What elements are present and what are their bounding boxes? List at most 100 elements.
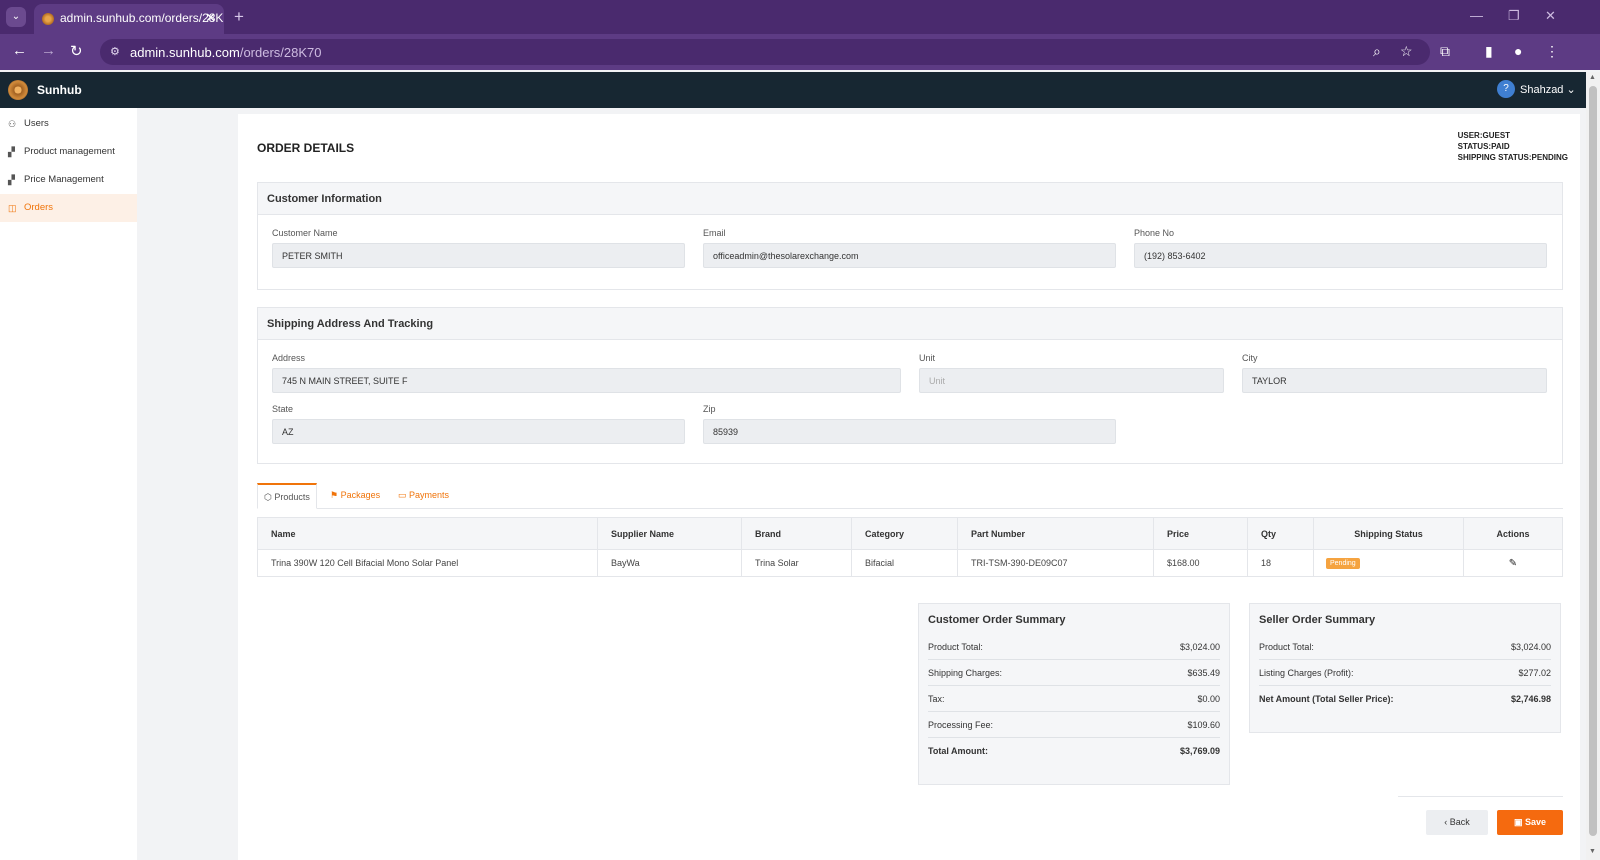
summary-row: Shipping Charges: $635.49 (928, 660, 1220, 686)
site-info-icon[interactable]: ⚙ (110, 45, 120, 58)
back-arrow-icon[interactable]: ← (12, 42, 27, 59)
table-header-row: Name Supplier Name Brand Category Part N… (257, 517, 1563, 550)
summary-label: Shipping Charges: (928, 667, 1003, 678)
favicon-icon (42, 13, 54, 25)
tab-payments[interactable]: ▭ Payments (392, 483, 455, 509)
summary-value: $3,769.09 (1179, 746, 1220, 756)
column-header: Brand (741, 517, 852, 550)
page-scrollbar[interactable]: ▲ ▼ (1586, 72, 1600, 860)
customer-name-field[interactable]: PETER SMITH (272, 243, 685, 268)
minimize-icon[interactable]: — (1470, 8, 1483, 23)
tab-title: admin.sunhub.com/orders/28K (60, 11, 224, 25)
phone-field[interactable]: (192) 853-6402 (1134, 243, 1547, 268)
shipping-address-section: Shipping Address And Tracking Address 74… (257, 307, 1563, 464)
close-tab-icon[interactable]: ✕ (205, 10, 216, 26)
sidebar-item-orders[interactable]: ◫ Orders (0, 194, 137, 222)
browser-toolbar: ← → ↻ ⚙ admin.sunhub.com/orders/28K70 ⌕ … (0, 34, 1600, 70)
summary-label: Listing Charges (Profit): (1259, 667, 1354, 678)
city-field[interactable]: TAYLOR (1242, 368, 1547, 393)
order-shipping-status: SHIPPING STATUS:PENDING (1457, 153, 1568, 162)
footer-divider (1398, 796, 1563, 797)
boxes-icon: ▞ (8, 147, 15, 157)
seller-order-summary: Seller Order Summary Product Total: $3,02… (1249, 603, 1561, 733)
user-menu[interactable]: Shahzad ⌄ (1520, 83, 1576, 96)
tab-label: Packages (340, 490, 381, 500)
sidebar-item-label: Product management (24, 146, 115, 157)
category-cell: Bifacial (851, 549, 958, 577)
flag-icon: ⚑ (330, 490, 339, 500)
summary-label: Product Total: (1259, 641, 1314, 652)
reload-icon[interactable]: ↻ (70, 42, 83, 60)
state-field[interactable]: AZ (272, 419, 685, 444)
column-header: Supplier Name (597, 517, 742, 550)
chevron-down-icon: ⌄ (1566, 84, 1576, 96)
column-header: Qty (1247, 517, 1314, 550)
summary-value: $2,746.98 (1510, 694, 1551, 704)
sidebar-item-product-management[interactable]: ▞ Product management (0, 138, 137, 166)
summary-total-row: Total Amount: $3,769.09 (928, 738, 1220, 764)
browser-tab-bar: ⌄ admin.sunhub.com/orders/28K ✕ + — ❐ ✕ (0, 0, 1600, 34)
restore-icon[interactable]: ❐ (1508, 8, 1520, 24)
tab-packages[interactable]: ⚑ Packages (324, 483, 386, 509)
extensions-icon[interactable]: ⧉ (1440, 43, 1450, 60)
summary-title: Seller Order Summary (1259, 614, 1376, 626)
new-tab-button[interactable]: + (234, 7, 244, 27)
card-icon: ▭ (398, 490, 407, 500)
actions-cell: ✎ (1463, 549, 1563, 577)
tab-search-button[interactable]: ⌄ (6, 7, 26, 27)
zoom-icon[interactable]: ⌕ (1373, 43, 1381, 60)
user-avatar[interactable]: ? (1497, 80, 1515, 98)
save-button[interactable]: ▣ Save (1497, 810, 1563, 835)
sidebar-item-label: Price Management (24, 174, 104, 185)
order-meta: USER:GUEST STATUS:PAID SHIPPING STATUS:P… (1458, 130, 1568, 163)
summary-label: Net Amount (Total Seller Price): (1259, 694, 1394, 704)
summary-row: Product Total: $3,024.00 (928, 634, 1220, 660)
bag-icon: ◫ (8, 203, 17, 213)
address-label: Address (272, 353, 306, 363)
column-header: Category (851, 517, 958, 550)
brand-cell: Trina Solar (741, 549, 852, 577)
edit-pencil-icon[interactable]: ✎ (1509, 558, 1517, 569)
sidebar-item-price-management[interactable]: ▞ Price Management (0, 166, 137, 194)
table-row: Trina 390W 120 Cell Bifacial Mono Solar … (257, 549, 1563, 577)
order-status: STATUS:PAID (1457, 142, 1510, 151)
customer-order-summary: Customer Order Summary Product Total: $3,… (918, 603, 1230, 785)
scroll-thumb[interactable] (1589, 86, 1597, 836)
summary-value: $3,024.00 (1510, 641, 1551, 652)
email-label: Email (703, 228, 726, 238)
summary-row: Listing Charges (Profit): $277.02 (1259, 660, 1551, 686)
customer-name-label: Customer Name (272, 228, 338, 238)
unit-field[interactable]: Unit (919, 368, 1224, 393)
side-panel-icon[interactable]: ▮ (1485, 43, 1493, 60)
app-header: Sunhub ? Shahzad ⌄ (0, 72, 1586, 108)
unit-label: Unit (919, 353, 936, 363)
part-number-cell: TRI-TSM-390-DE09C07 (957, 549, 1154, 577)
sidebar: ⚇ Users ▞ Product management ▞ Price Man… (0, 108, 137, 860)
section-heading: Customer Information (258, 183, 1562, 215)
products-table: Name Supplier Name Brand Category Part N… (257, 517, 1563, 577)
floppy-disk-icon: ▣ (1513, 817, 1523, 827)
order-user: USER:GUEST (1457, 131, 1511, 140)
user-name: Shahzad (1520, 84, 1564, 96)
users-icon: ⚇ (8, 119, 17, 129)
status-badge: Pending (1326, 558, 1360, 569)
email-field[interactable]: officeadmin@thesolarexchange.com (703, 243, 1116, 268)
column-header: Shipping Status (1313, 517, 1464, 550)
scroll-up-icon[interactable]: ▲ (1589, 74, 1596, 81)
address-field[interactable]: 745 N MAIN STREET, SUITE F (272, 368, 901, 393)
forward-arrow-icon[interactable]: → (41, 42, 56, 59)
zip-field[interactable]: 85939 (703, 419, 1116, 444)
tab-products[interactable]: ⬡ Products (257, 483, 317, 509)
address-bar[interactable]: ⚙ admin.sunhub.com/orders/28K70 (100, 39, 1430, 65)
bookmark-star-icon[interactable]: ☆ (1400, 43, 1413, 60)
sidebar-item-users[interactable]: ⚇ Users (0, 110, 137, 138)
summary-row: Product Total: $3,024.00 (1259, 634, 1551, 660)
browser-menu-icon[interactable]: ⋮ (1545, 43, 1559, 60)
profile-icon[interactable]: ● (1514, 43, 1522, 59)
back-button[interactable]: ‹ Back (1426, 810, 1488, 835)
sidebar-item-label: Users (24, 118, 49, 129)
close-window-icon[interactable]: ✕ (1545, 8, 1556, 24)
browser-tab[interactable]: admin.sunhub.com/orders/28K ✕ (34, 4, 224, 34)
column-header: Actions (1463, 517, 1563, 550)
scroll-down-icon[interactable]: ▼ (1589, 848, 1596, 855)
